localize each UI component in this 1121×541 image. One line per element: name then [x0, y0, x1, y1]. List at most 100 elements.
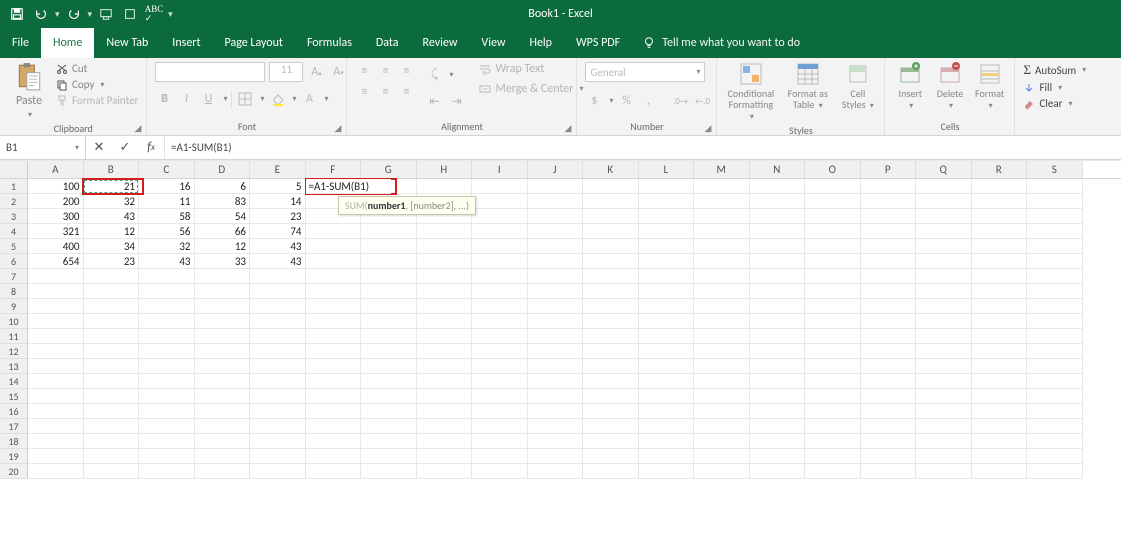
- col-header-P[interactable]: P: [861, 161, 917, 178]
- cell[interactable]: [472, 434, 528, 449]
- cell[interactable]: [306, 299, 362, 314]
- cell[interactable]: [1027, 449, 1083, 464]
- cell[interactable]: [694, 179, 750, 194]
- cell[interactable]: [250, 359, 306, 374]
- cell[interactable]: 43: [250, 239, 306, 254]
- cell[interactable]: [472, 464, 528, 479]
- cell[interactable]: [861, 419, 917, 434]
- cell[interactable]: [805, 254, 861, 269]
- cell[interactable]: [694, 239, 750, 254]
- cell[interactable]: 654: [28, 254, 84, 269]
- cell[interactable]: [639, 194, 695, 209]
- cell[interactable]: 321: [28, 224, 84, 239]
- cell[interactable]: [361, 329, 417, 344]
- cell[interactable]: [639, 209, 695, 224]
- row-header-5[interactable]: 5: [0, 239, 28, 254]
- cell[interactable]: [361, 449, 417, 464]
- cell[interactable]: [861, 329, 917, 344]
- cell[interactable]: [528, 299, 584, 314]
- cell[interactable]: [391, 179, 417, 194]
- cell[interactable]: [694, 344, 750, 359]
- cell[interactable]: [417, 299, 473, 314]
- cell[interactable]: 23: [84, 254, 140, 269]
- cell[interactable]: [805, 389, 861, 404]
- cell[interactable]: [750, 299, 806, 314]
- cell[interactable]: [84, 404, 140, 419]
- cell[interactable]: [972, 359, 1028, 374]
- cell[interactable]: [916, 239, 972, 254]
- cell[interactable]: [750, 239, 806, 254]
- cell[interactable]: [805, 209, 861, 224]
- cell[interactable]: [306, 314, 362, 329]
- cell[interactable]: [1027, 404, 1083, 419]
- cell[interactable]: [972, 329, 1028, 344]
- cell[interactable]: 32: [139, 239, 195, 254]
- cell[interactable]: [1027, 239, 1083, 254]
- cell[interactable]: [805, 239, 861, 254]
- cell[interactable]: [639, 374, 695, 389]
- cell[interactable]: [750, 314, 806, 329]
- cell[interactable]: [472, 374, 528, 389]
- cell[interactable]: [805, 179, 861, 194]
- col-header-M[interactable]: M: [694, 161, 750, 178]
- underline-button[interactable]: U: [199, 90, 217, 108]
- cell[interactable]: [1027, 314, 1083, 329]
- cell[interactable]: [361, 419, 417, 434]
- cell[interactable]: [750, 254, 806, 269]
- tab-review[interactable]: Review: [411, 28, 470, 58]
- cell[interactable]: [417, 314, 473, 329]
- cell[interactable]: [750, 404, 806, 419]
- cell[interactable]: =A1-SUM(B1): [306, 179, 391, 194]
- cell[interactable]: [1027, 359, 1083, 374]
- col-header-B[interactable]: B: [84, 161, 140, 178]
- format-cells-button[interactable]: Format▾: [973, 62, 1007, 111]
- align-middle-icon[interactable]: ≡: [376, 62, 394, 80]
- cell[interactable]: [84, 464, 140, 479]
- cell[interactable]: [916, 254, 972, 269]
- cell[interactable]: [972, 344, 1028, 359]
- cell[interactable]: [583, 464, 639, 479]
- cell[interactable]: [639, 449, 695, 464]
- cell[interactable]: [639, 464, 695, 479]
- cell[interactable]: [694, 209, 750, 224]
- cell[interactable]: [639, 344, 695, 359]
- format-painter-button[interactable]: Format Painter: [56, 94, 138, 107]
- cell[interactable]: [528, 389, 584, 404]
- row-header-7[interactable]: 7: [0, 269, 28, 284]
- cell[interactable]: [306, 374, 362, 389]
- cell[interactable]: [250, 404, 306, 419]
- cell[interactable]: [583, 269, 639, 284]
- cell[interactable]: [972, 284, 1028, 299]
- cell[interactable]: [639, 314, 695, 329]
- cell[interactable]: [195, 449, 251, 464]
- cell[interactable]: [195, 404, 251, 419]
- row-header-2[interactable]: 2: [0, 194, 28, 209]
- increase-font-icon[interactable]: A▴: [307, 63, 325, 81]
- cell[interactable]: [1027, 329, 1083, 344]
- cell[interactable]: [250, 299, 306, 314]
- cell[interactable]: [195, 419, 251, 434]
- cell[interactable]: [583, 179, 639, 194]
- row-header-3[interactable]: 3: [0, 209, 28, 224]
- cell[interactable]: [972, 239, 1028, 254]
- cell[interactable]: [195, 269, 251, 284]
- cell[interactable]: [361, 374, 417, 389]
- col-header-O[interactable]: O: [805, 161, 861, 178]
- cell[interactable]: [805, 374, 861, 389]
- cell[interactable]: [750, 194, 806, 209]
- cell[interactable]: [361, 284, 417, 299]
- cell[interactable]: [250, 434, 306, 449]
- cell[interactable]: [472, 404, 528, 419]
- cell[interactable]: [417, 434, 473, 449]
- cell[interactable]: [694, 314, 750, 329]
- cell[interactable]: [28, 359, 84, 374]
- alignment-launcher[interactable]: ◢: [564, 123, 574, 133]
- cell[interactable]: [583, 389, 639, 404]
- italic-button[interactable]: I: [177, 90, 195, 108]
- cell[interactable]: [861, 314, 917, 329]
- cell[interactable]: [1027, 419, 1083, 434]
- autosum-button[interactable]: ΣAutoSum ▾: [1023, 62, 1086, 78]
- cell[interactable]: [306, 269, 362, 284]
- row-header-10[interactable]: 10: [0, 314, 28, 329]
- row-header-11[interactable]: 11: [0, 329, 28, 344]
